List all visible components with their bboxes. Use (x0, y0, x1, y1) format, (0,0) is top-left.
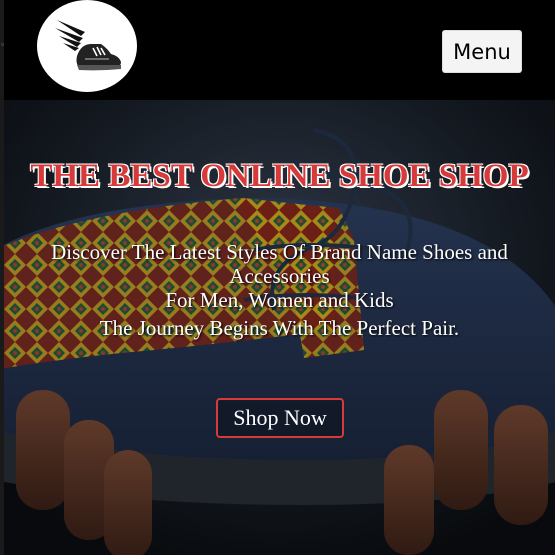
hero-title: THE BEST ONLINE SHOE SHOP (30, 158, 529, 194)
hero-subtitle-line1: Discover The Latest Styles Of Brand Name… (51, 240, 508, 288)
winged-shoe-icon (55, 20, 121, 71)
shop-now-button[interactable]: Shop Now (216, 398, 344, 438)
site-header: Menu (4, 0, 555, 100)
hero-banner: THE BEST ONLINE SHOE SHOP Discover The L… (4, 100, 555, 555)
edge-marker-icon: ◦ (0, 41, 4, 51)
menu-button[interactable]: Menu (442, 30, 522, 73)
page: ◦ Menu THE BEST ONLINE SHOE SHOP Discove… (0, 0, 555, 555)
window-left-edge (0, 0, 4, 555)
site-logo[interactable] (37, 0, 137, 92)
hero-subtitle-line3: The Journey Begins With The Perfect Pair… (99, 316, 460, 340)
hero-subtitle-line2: For Men, Women and Kids (165, 288, 394, 312)
